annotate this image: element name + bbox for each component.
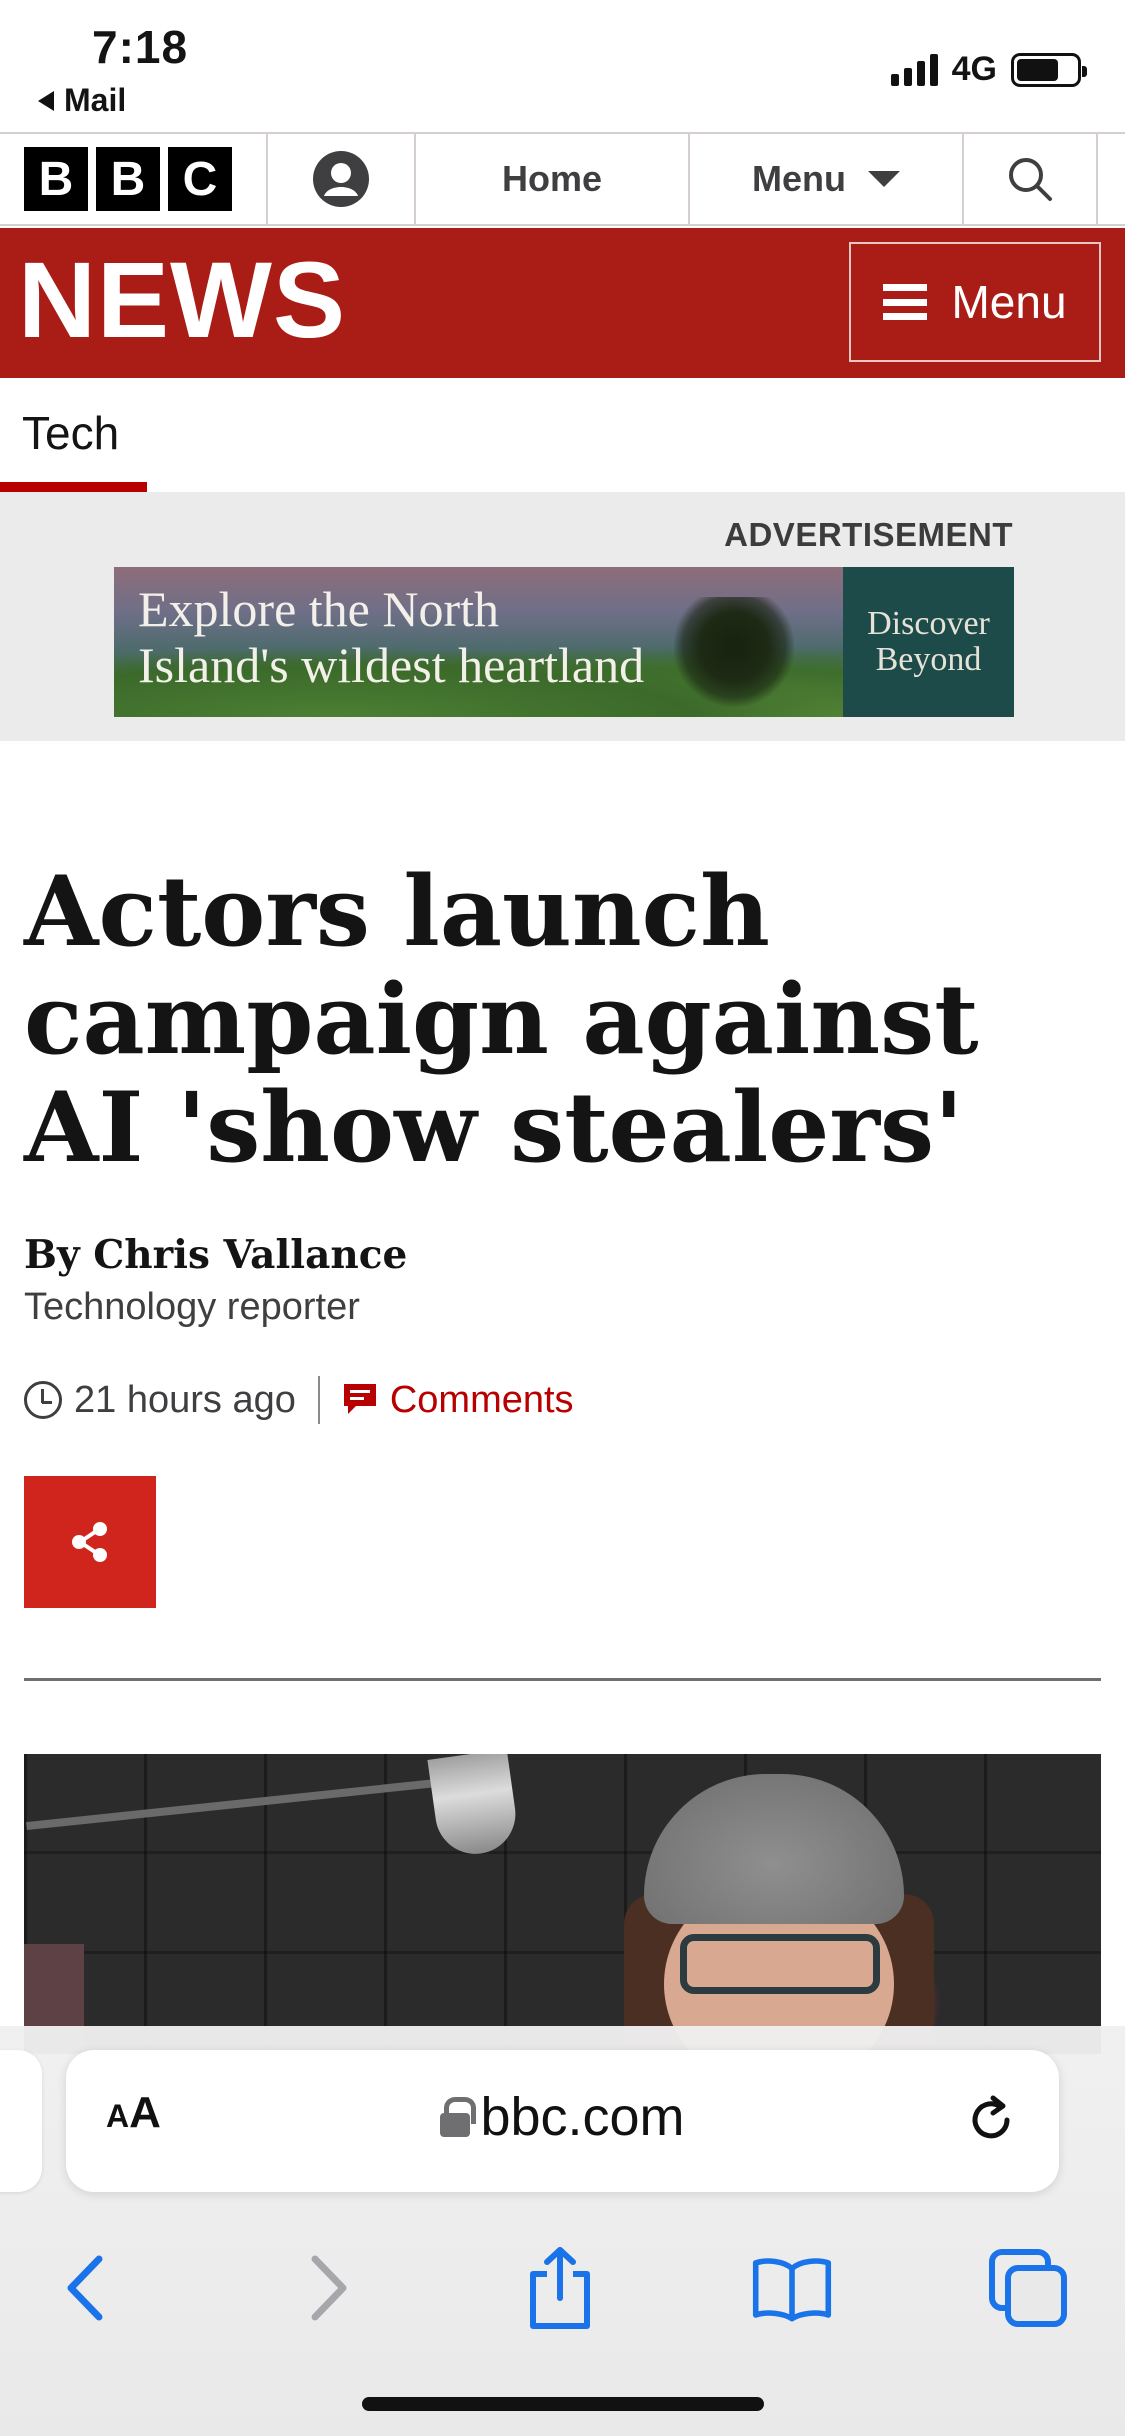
- news-menu-label: Menu: [951, 276, 1067, 328]
- status-indicators: 4G: [890, 50, 1087, 89]
- comment-icon: [343, 1384, 376, 1414]
- advertisement-area: ADVERTISEMENT Explore the North Island's…: [0, 492, 1125, 741]
- ad-headline-line: Island's wildest heartland: [138, 637, 645, 693]
- person-image: [624, 1774, 944, 2054]
- bbc-logo-letter: B: [96, 147, 160, 211]
- meta-separator: [317, 1376, 320, 1424]
- share-icon: [530, 2247, 590, 2329]
- news-banner: NEWS Menu: [0, 228, 1125, 378]
- news-logo[interactable]: NEWS: [18, 246, 346, 354]
- hamburger-icon: [883, 284, 928, 320]
- bbc-logo[interactable]: B B C: [0, 134, 268, 224]
- back-button[interactable]: [46, 2248, 126, 2328]
- address-bar[interactable]: AA bbc.com: [66, 2050, 1059, 2192]
- bbc-top-nav: B B C Home Menu: [0, 132, 1125, 226]
- timestamp: 21 hours ago: [74, 1378, 296, 1421]
- comments-link[interactable]: Comments: [342, 1379, 574, 1422]
- share-button[interactable]: [24, 1476, 156, 1608]
- url-text: bbc.com: [480, 2087, 685, 2147]
- back-to-mail-label: Mail: [64, 82, 127, 118]
- forward-arrow-icon: [311, 2255, 347, 2321]
- ad-brand-line: Discover: [867, 605, 990, 642]
- advertisement-label: ADVERTISEMENT: [724, 516, 1013, 553]
- forward-button[interactable]: [288, 2248, 368, 2328]
- byline: By Chris Vallance Technology reporter: [24, 1232, 407, 1329]
- article-headline: Actors launch campaign against AI 'show …: [24, 855, 979, 1184]
- lock-icon: [440, 2097, 477, 2137]
- status-bar: 7:18 Mail 4G: [0, 0, 1125, 132]
- bbc-logo-letter: C: [168, 147, 232, 211]
- previous-tab-peek[interactable]: [0, 2050, 42, 2192]
- bbc-logo-letter: B: [24, 147, 88, 211]
- comments-label: Comments: [389, 1378, 574, 1421]
- tab-tech[interactable]: Tech: [0, 378, 147, 492]
- browser-toolbar: AA bbc.com: [0, 2026, 1125, 2436]
- cellular-signal-icon: [890, 53, 938, 86]
- nav-menu-button[interactable]: Menu: [690, 134, 964, 224]
- back-triangle-icon: [38, 90, 54, 111]
- tabs-icon: [989, 2249, 1067, 2327]
- author-name: By Chris Vallance: [24, 1232, 408, 1278]
- account-button[interactable]: [268, 134, 416, 224]
- chevron-down-icon: [868, 171, 900, 187]
- search-icon: [1009, 158, 1052, 201]
- tabs-button[interactable]: [988, 2248, 1068, 2328]
- page: 7:18 Mail 4G B B C Home Menu NEWS Menu T…: [0, 0, 1125, 2436]
- share-icon: [72, 1522, 107, 1562]
- ad-headline-line: Explore the North: [138, 581, 500, 637]
- article-meta: 21 hours ago Comments: [24, 1376, 574, 1424]
- news-menu-button[interactable]: Menu: [849, 242, 1101, 362]
- ad-landscape-image: Explore the North Island's wildest heart…: [114, 567, 843, 717]
- author-role: Technology reporter: [24, 1286, 360, 1328]
- reload-icon[interactable]: [963, 2092, 1019, 2148]
- clock-icon: [24, 1381, 62, 1419]
- back-arrow-icon: [67, 2255, 103, 2321]
- network-type: 4G: [951, 50, 997, 88]
- battery-level: [1017, 58, 1058, 81]
- back-to-mail[interactable]: Mail: [38, 82, 126, 119]
- bookmarks-button[interactable]: [752, 2248, 832, 2328]
- browser-share-button[interactable]: [520, 2247, 600, 2329]
- account-icon: [313, 151, 369, 207]
- home-indicator[interactable]: [362, 2397, 764, 2411]
- search-button[interactable]: [964, 134, 1098, 224]
- ad-brand-logo: Discover Beyond: [843, 567, 1014, 717]
- url-display[interactable]: bbc.com: [66, 2086, 1059, 2148]
- article-divider: [24, 1678, 1101, 1681]
- ad-headline: Explore the North Island's wildest heart…: [138, 581, 644, 693]
- bookmarks-icon: [752, 2258, 832, 2322]
- nav-home-link[interactable]: Home: [416, 134, 690, 224]
- battery-icon: [1011, 52, 1087, 87]
- nav-menu-label: Menu: [752, 158, 846, 199]
- status-time: 7:18: [92, 21, 189, 73]
- section-nav: Tech: [0, 378, 1125, 492]
- ad-brand-line: Beyond: [875, 641, 982, 678]
- ad-banner[interactable]: Explore the North Island's wildest heart…: [114, 567, 1014, 717]
- article-hero-image: [24, 1754, 1101, 2054]
